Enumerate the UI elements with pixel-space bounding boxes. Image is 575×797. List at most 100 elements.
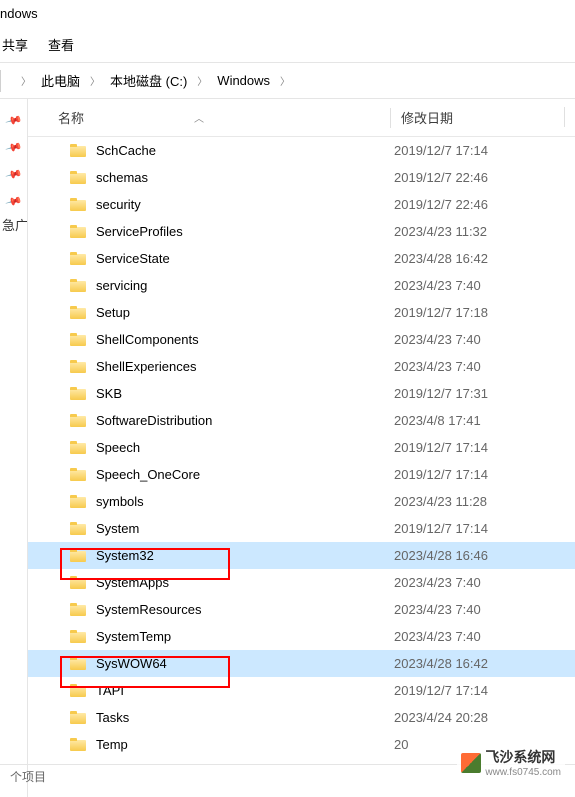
folder-icon	[70, 549, 86, 562]
file-row[interactable]: System322023/4/28 16:46	[28, 542, 575, 569]
pin-icon[interactable]: 📌	[5, 138, 23, 156]
pin-icon[interactable]: 📌	[5, 111, 23, 129]
file-date: 2023/4/28 16:46	[394, 548, 488, 563]
column-separator[interactable]	[390, 108, 391, 128]
sidebar-label[interactable]: 急广	[0, 215, 27, 234]
file-row[interactable]: schemas2019/12/7 22:46	[28, 164, 575, 191]
file-date: 2023/4/24 20:28	[394, 710, 488, 725]
navigation-bar: 〉 此电脑 〉 本地磁盘 (C:) 〉 Windows 〉	[0, 63, 575, 99]
file-row[interactable]: SystemResources2023/4/23 7:40	[28, 596, 575, 623]
breadcrumb-pc[interactable]: 此电脑	[41, 71, 80, 90]
folder-icon	[70, 225, 86, 238]
column-header-name[interactable]: 名称 ︿	[58, 108, 380, 127]
pin-icon[interactable]: 📌	[5, 165, 23, 183]
file-name: SKB	[96, 386, 394, 401]
file-name: SystemApps	[96, 575, 394, 590]
chevron-right-icon[interactable]: 〉	[15, 73, 37, 88]
file-name: symbols	[96, 494, 394, 509]
file-date: 2019/12/7 17:31	[394, 386, 488, 401]
file-row[interactable]: TAPI2019/12/7 17:14	[28, 677, 575, 704]
file-date: 2023/4/23 7:40	[394, 629, 481, 644]
file-name: ServiceProfiles	[96, 224, 394, 239]
folder-icon	[70, 414, 86, 427]
folder-icon	[70, 360, 86, 373]
file-name: SoftwareDistribution	[96, 413, 394, 428]
file-name: Speech	[96, 440, 394, 455]
file-date: 2019/12/7 17:18	[394, 305, 488, 320]
breadcrumb-drive[interactable]: 本地磁盘 (C:)	[110, 71, 187, 90]
pin-icon[interactable]: 📌	[5, 192, 23, 210]
file-date: 2023/4/23 11:28	[394, 494, 487, 509]
breadcrumb: 〉 此电脑 〉 本地磁盘 (C:) 〉 Windows 〉	[5, 71, 296, 90]
file-list-panel: 名称 ︿ 修改日期 SchCache2019/12/7 17:14schemas…	[28, 99, 575, 797]
file-date: 2019/12/7 17:14	[394, 521, 488, 536]
file-row[interactable]: SKB2019/12/7 17:31	[28, 380, 575, 407]
file-row[interactable]: security2019/12/7 22:46	[28, 191, 575, 218]
file-name: ShellExperiences	[96, 359, 394, 374]
folder-icon	[70, 333, 86, 346]
file-name: Speech_OneCore	[96, 467, 394, 482]
file-name: Tasks	[96, 710, 394, 725]
file-row[interactable]: ShellExperiences2023/4/23 7:40	[28, 353, 575, 380]
file-row[interactable]: SystemApps2023/4/23 7:40	[28, 569, 575, 596]
file-row[interactable]: symbols2023/4/23 11:28	[28, 488, 575, 515]
file-row[interactable]: SysWOW642023/4/28 16:42	[28, 650, 575, 677]
file-name: servicing	[96, 278, 394, 293]
file-row[interactable]: ServiceProfiles2023/4/23 11:32	[28, 218, 575, 245]
folder-icon	[70, 603, 86, 616]
folder-icon	[70, 576, 86, 589]
header-name-label: 名称	[58, 108, 84, 127]
chevron-right-icon[interactable]: 〉	[84, 73, 106, 88]
ribbon-tabs: 共享 查看	[0, 27, 575, 63]
breadcrumb-folder[interactable]: Windows	[217, 73, 270, 88]
file-row[interactable]: Speech_OneCore2019/12/7 17:14	[28, 461, 575, 488]
file-row[interactable]: servicing2023/4/23 7:40	[28, 272, 575, 299]
chevron-right-icon[interactable]: 〉	[191, 73, 213, 88]
tab-share[interactable]: 共享	[2, 35, 28, 54]
file-row[interactable]: SchCache2019/12/7 17:14	[28, 137, 575, 164]
file-name: SystemResources	[96, 602, 394, 617]
file-name: ShellComponents	[96, 332, 394, 347]
watermark-url: www.fs0745.com	[485, 767, 561, 778]
file-row[interactable]: Tasks2023/4/24 20:28	[28, 704, 575, 731]
file-row[interactable]: ShellComponents2023/4/23 7:40	[28, 326, 575, 353]
file-name: schemas	[96, 170, 394, 185]
file-date: 2023/4/8 17:41	[394, 413, 481, 428]
file-row[interactable]: System2019/12/7 17:14	[28, 515, 575, 542]
file-name: SystemTemp	[96, 629, 394, 644]
file-row[interactable]: Speech2019/12/7 17:14	[28, 434, 575, 461]
folder-icon	[70, 144, 86, 157]
file-row[interactable]: SystemTemp2023/4/23 7:40	[28, 623, 575, 650]
file-date: 2019/12/7 17:14	[394, 683, 488, 698]
column-separator[interactable]	[564, 107, 565, 127]
folder-icon	[70, 630, 86, 643]
file-name: SysWOW64	[96, 656, 394, 671]
file-date: 2023/4/23 7:40	[394, 602, 481, 617]
file-name: SchCache	[96, 143, 394, 158]
file-date: 2019/12/7 17:14	[394, 143, 488, 158]
file-row[interactable]: ServiceState2023/4/28 16:42	[28, 245, 575, 272]
file-date: 2019/12/7 22:46	[394, 197, 488, 212]
file-date: 2023/4/23 7:40	[394, 278, 481, 293]
folder-icon	[70, 657, 86, 670]
folder-icon	[70, 711, 86, 724]
watermark-text: 飞沙系统网	[485, 749, 555, 765]
file-name: security	[96, 197, 394, 212]
folder-icon	[70, 468, 86, 481]
file-row[interactable]: Setup2019/12/7 17:18	[28, 299, 575, 326]
chevron-right-icon[interactable]: 〉	[274, 73, 296, 88]
window-title: ndows	[0, 0, 575, 27]
file-row[interactable]: SoftwareDistribution2023/4/8 17:41	[28, 407, 575, 434]
tab-view[interactable]: 查看	[48, 35, 74, 54]
column-header-date[interactable]: 修改日期	[401, 108, 453, 127]
file-name: System	[96, 521, 394, 536]
file-name: TAPI	[96, 683, 394, 698]
file-name: Temp	[96, 737, 394, 752]
folder-icon	[70, 306, 86, 319]
file-name: System32	[96, 548, 394, 563]
file-date: 2023/4/23 11:32	[394, 224, 487, 239]
file-date: 2019/12/7 22:46	[394, 170, 488, 185]
folder-icon	[70, 252, 86, 265]
folder-icon	[70, 441, 86, 454]
file-name: ServiceState	[96, 251, 394, 266]
